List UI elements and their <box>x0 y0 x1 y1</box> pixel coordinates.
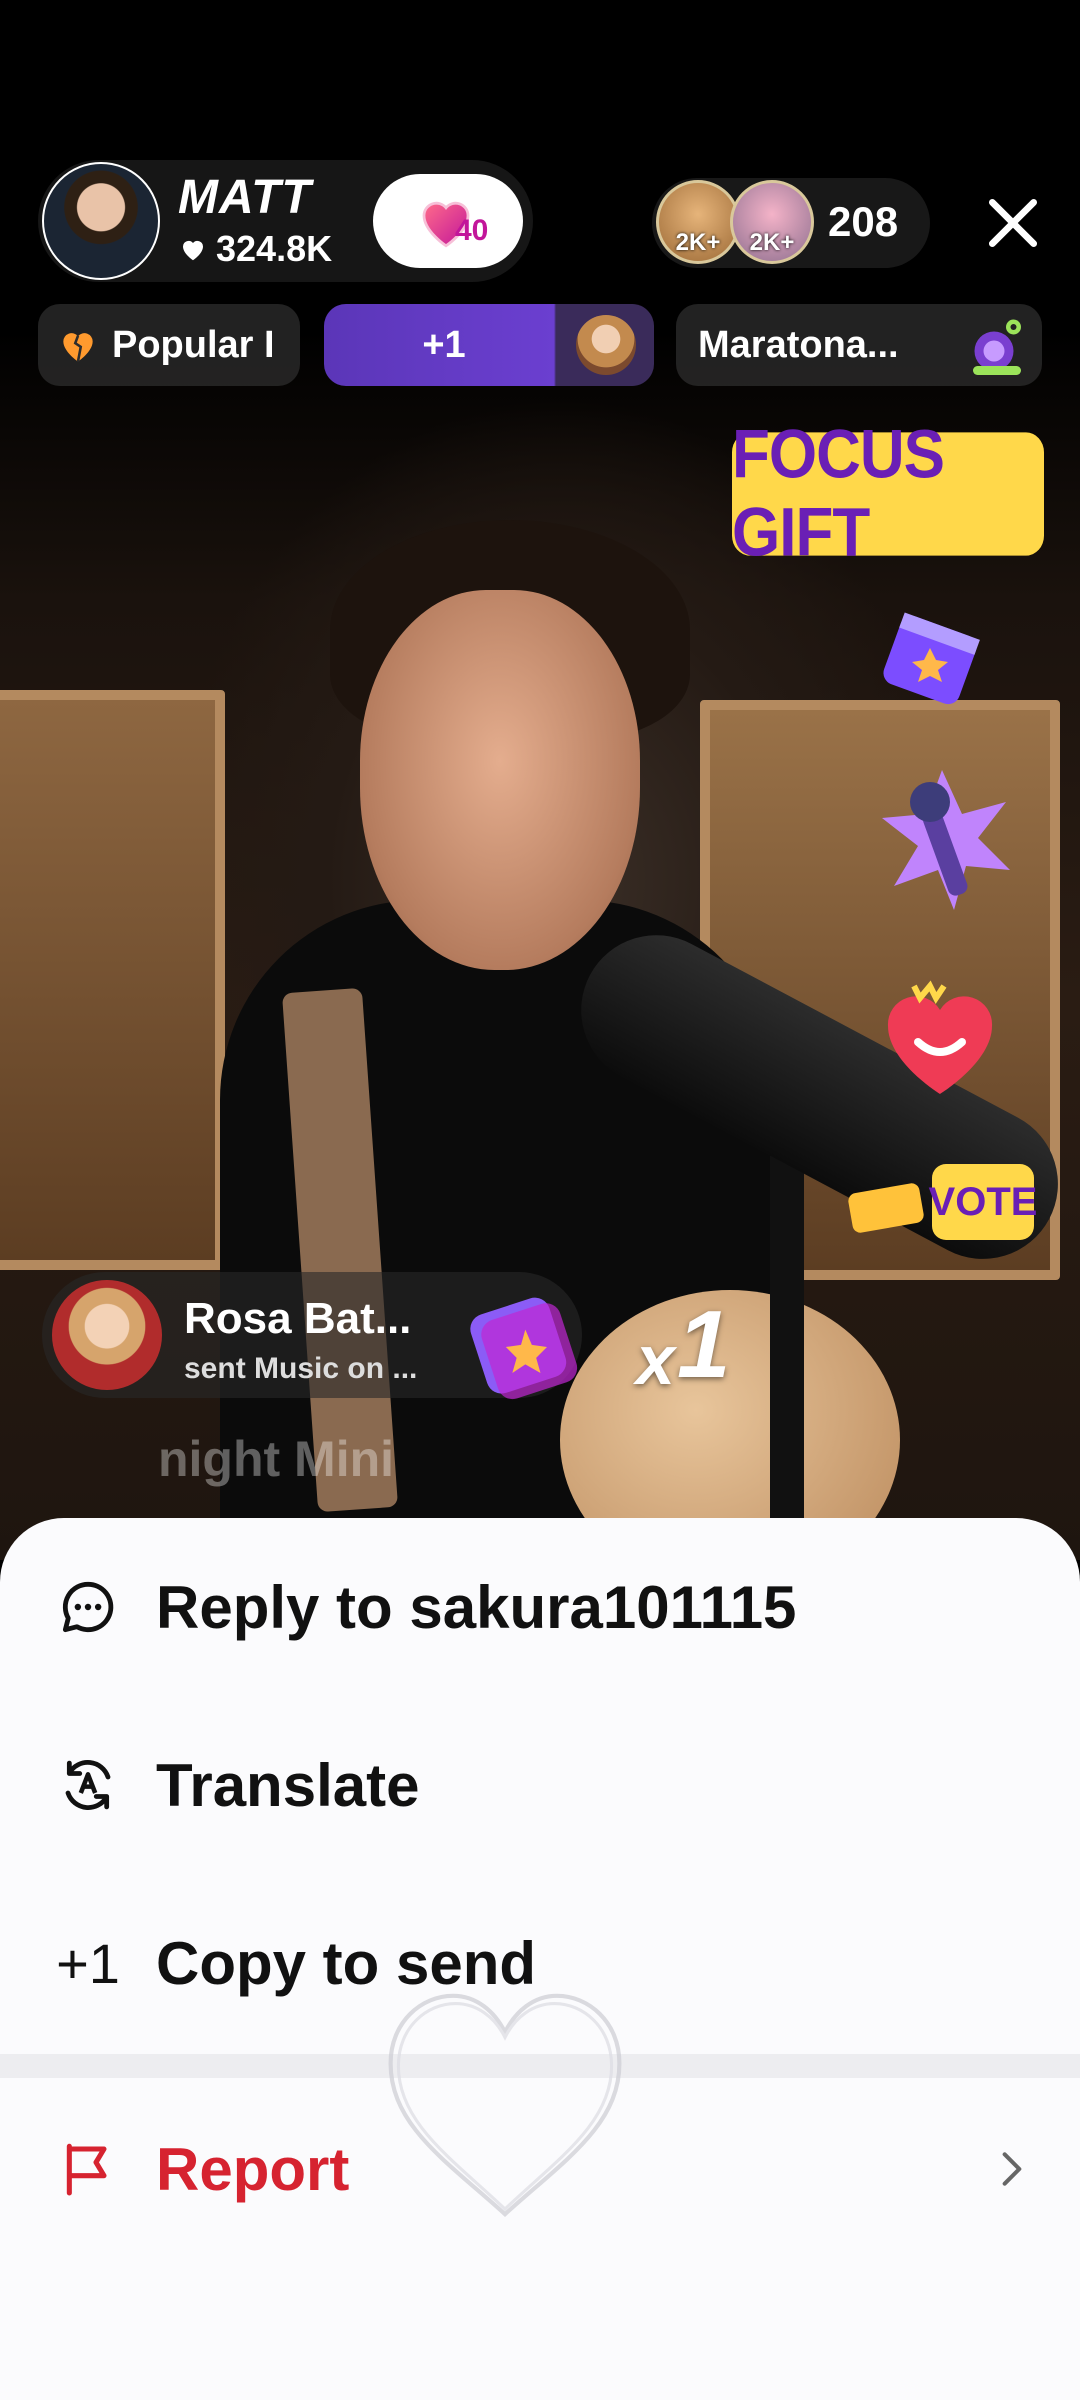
viewer-count: 208 <box>828 198 899 245</box>
translate-label: Translate <box>156 1751 420 1819</box>
close-icon[interactable] <box>982 192 1044 254</box>
gift-sender-name: Rosa Bat... <box>184 1294 412 1343</box>
translate-icon <box>54 1751 122 1819</box>
likes-count: 324.8K <box>216 228 333 269</box>
host-avatar[interactable] <box>42 162 160 280</box>
viewers-pill[interactable]: 2K+ 2K+ 208 <box>652 178 930 268</box>
reply-label: Reply to sakura101115 <box>156 1573 797 1641</box>
top-viewer-2-label: 2K+ <box>749 229 795 256</box>
focus-gift-banner[interactable]: FOCUS GIFT <box>732 417 1044 571</box>
gift-count-value: 1 <box>676 1291 731 1398</box>
ticket-gift-icon[interactable] <box>870 600 990 720</box>
mic-gift-icon[interactable] <box>862 750 1022 930</box>
plus-one-icon: +1 <box>56 1931 120 1995</box>
faded-comment: night Mini <box>158 1431 395 1487</box>
translate-menu-item[interactable]: Translate <box>0 1710 1080 1860</box>
chat-bubble-icon <box>54 1573 122 1641</box>
vote-plus-label: +1 <box>422 323 466 366</box>
report-label: Report <box>156 2135 350 2203</box>
flag-icon <box>54 2135 122 2203</box>
performer-face <box>360 590 640 970</box>
top-viewer-1-label: 2K+ <box>675 229 721 256</box>
reply-menu-item[interactable]: Reply to sakura101115 <box>0 1532 1080 1682</box>
top-viewer-1[interactable]: 2K+ <box>656 180 740 264</box>
popular-label: Popular I <box>112 323 275 366</box>
marathon-chip[interactable]: Maratona... <box>676 304 1042 386</box>
heart-doodle-icon <box>388 1993 622 2218</box>
mic-stand <box>770 1140 804 1560</box>
vote-chip[interactable]: +1 <box>324 304 654 386</box>
music-ticket-gift-icon <box>470 1297 578 1400</box>
gift-sender-avatar <box>52 1280 162 1390</box>
top-viewer-2[interactable]: 2K+ <box>730 180 814 264</box>
gift-message: sent Music on ... <box>184 1352 418 1385</box>
chevron-right-icon <box>1002 2152 1022 2186</box>
heart-icon <box>183 240 203 261</box>
snail-icon <box>973 319 1021 375</box>
fan-level: 40 <box>455 214 489 247</box>
fan-club-badge[interactable]: 40 <box>373 174 523 268</box>
host-name: MATT <box>178 171 312 224</box>
gift-count: x 1 <box>636 1290 730 1400</box>
wall-panel-left <box>0 690 225 1270</box>
vote-ticket-icon <box>848 1183 924 1233</box>
heart-gift-icon[interactable] <box>870 970 1010 1110</box>
gift-count-prefix: x <box>636 1321 675 1399</box>
vote-avatar <box>576 315 636 375</box>
host-likes: 324.8K <box>178 228 332 270</box>
host-info[interactable]: MATT 324.8K 40 <box>38 160 533 282</box>
broken-heart-icon <box>63 333 93 362</box>
vote-badge[interactable]: VOTE <box>929 1164 1037 1240</box>
popular-chip[interactable]: Popular I <box>38 304 300 386</box>
marathon-label: Maratona... <box>698 323 899 366</box>
